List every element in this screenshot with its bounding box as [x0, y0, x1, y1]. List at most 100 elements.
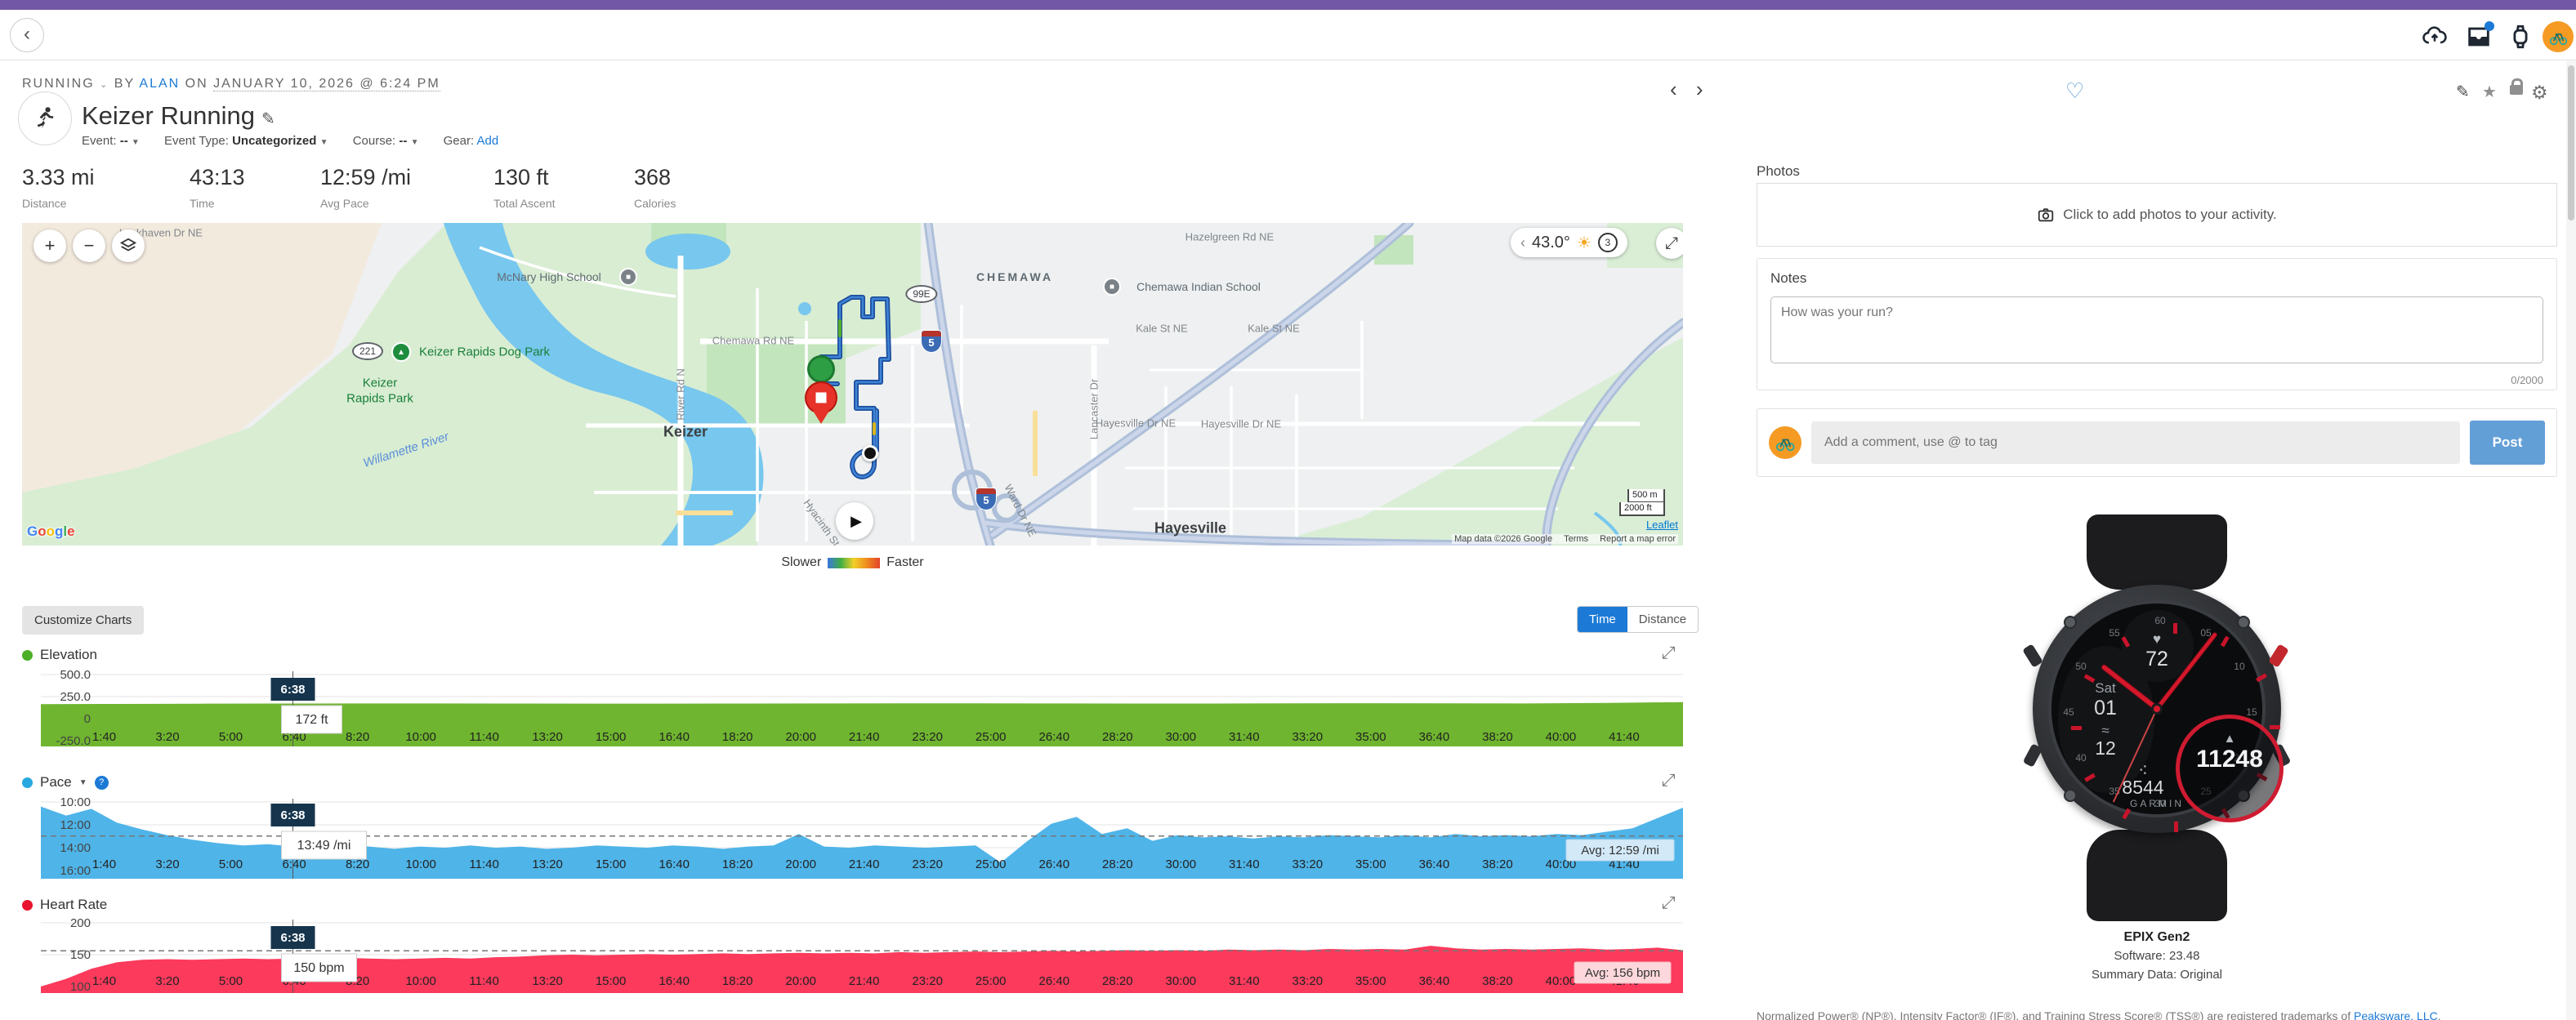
watch-dial-numeral: 15: [2246, 706, 2257, 718]
elevation-expand-icon[interactable]: ⤢: [1662, 644, 1676, 663]
customize-charts-button[interactable]: Customize Charts: [22, 606, 144, 635]
pace-help-icon[interactable]: ?: [95, 776, 109, 790]
profile-avatar[interactable]: [2543, 21, 2574, 52]
svg-text:10:00: 10:00: [405, 730, 436, 744]
svg-text:8:20: 8:20: [346, 730, 369, 744]
comment-input[interactable]: [1811, 421, 2460, 464]
device-summary: Summary Data: Original: [1757, 965, 2557, 984]
gear-add-link[interactable]: Add: [477, 134, 499, 148]
elevation-chart[interactable]: 500.0250.00-250.01:403:205:006:408:2010:…: [22, 668, 1683, 750]
notes-textarea[interactable]: [1770, 296, 2543, 363]
route-map[interactable]: Lockhaven Dr NEHazelgreen Rd NEMcNary Hi…: [22, 223, 1683, 546]
toggle-time[interactable]: Time: [1578, 607, 1627, 632]
pace-dropdown-icon[interactable]: ▼: [79, 778, 87, 787]
map-fullscreen-button[interactable]: ⤢: [1656, 228, 1683, 259]
page-scrollbar[interactable]: [2566, 60, 2576, 1020]
road-shield-221: 221: [352, 342, 383, 360]
device-watch-icon[interactable]: [2507, 23, 2534, 51]
map-label: Hayesville: [1154, 520, 1226, 537]
map-terms-link[interactable]: Terms: [1564, 534, 1588, 544]
watch-dial-numeral: 55: [2109, 627, 2119, 639]
watch-day: Sat: [2095, 680, 2116, 697]
favorite-star-icon[interactable]: ★: [2482, 82, 2497, 102]
svg-text:31:40: 31:40: [1229, 857, 1260, 871]
watch-steps-value: 8544: [2122, 777, 2163, 799]
svg-text:12:00: 12:00: [60, 818, 91, 832]
svg-text:16:00: 16:00: [60, 864, 91, 878]
pace-expand-icon[interactable]: ⤢: [1662, 771, 1676, 791]
map-zoom-in-button[interactable]: +: [33, 229, 66, 262]
author-link[interactable]: ALAN: [139, 77, 180, 91]
photos-heading: Photos: [1757, 163, 1800, 180]
weather-widget[interactable]: ‹ 43.0° ☀ 3: [1511, 228, 1627, 257]
notes-char-counter: 0/2000: [1770, 374, 2543, 386]
map-report-link[interactable]: Report a map error: [1600, 534, 1676, 544]
inbox-notifications-icon[interactable]: [2465, 23, 2493, 51]
chevron-down-icon: ▼: [320, 138, 328, 147]
svg-text:15:00: 15:00: [596, 730, 627, 744]
weather-prev-icon[interactable]: ‹: [1520, 234, 1525, 252]
event-dropdown[interactable]: Event: -- ▼: [82, 134, 140, 148]
map-label: Lancaster Dr: [1088, 379, 1100, 439]
activity-date: JANUARY 10, 2026 @ 6:24 PM: [213, 77, 440, 91]
map-label: Rapids Park: [346, 392, 413, 406]
edit-title-icon[interactable]: ✎: [261, 110, 275, 128]
privacy-lock-icon[interactable]: [2510, 85, 2523, 95]
svg-text:13:20: 13:20: [532, 730, 563, 744]
tree-map-marker-icon: ▲: [391, 342, 411, 362]
route-position-dot[interactable]: [862, 445, 878, 461]
svg-text:500.0: 500.0: [60, 668, 91, 682]
svg-text:15:00: 15:00: [596, 974, 627, 988]
legend-slower-label: Slower: [781, 555, 821, 570]
upload-cloud-icon[interactable]: [2421, 23, 2449, 51]
leaflet-link[interactable]: Leaflet: [1646, 519, 1678, 531]
pace-chart[interactable]: 10:0012:0014:0016:001:403:205:006:408:20…: [22, 794, 1683, 882]
prev-activity-button[interactable]: ‹: [1670, 77, 1677, 101]
event-type-dropdown[interactable]: Event Type: Uncategorized ▼: [164, 134, 328, 148]
activity-type-dropdown[interactable]: RUNNING ⌄: [22, 77, 109, 91]
back-button[interactable]: ‹: [10, 18, 44, 52]
svg-text:15:00: 15:00: [596, 857, 627, 871]
playback-play-button[interactable]: ▶: [836, 502, 873, 540]
time-distance-toggle: Time Distance: [1577, 606, 1699, 633]
stat-total-ascent: 130 ftTotal Ascent: [493, 165, 556, 210]
svg-text:30:00: 30:00: [1166, 857, 1197, 871]
svg-text:250.0: 250.0: [60, 690, 91, 704]
chevron-down-icon: ▼: [132, 138, 140, 147]
svg-text:21:40: 21:40: [849, 857, 880, 871]
heart-rate-chart[interactable]: 2001501001:403:205:006:408:2010:0011:401…: [22, 916, 1683, 998]
svg-text:18:20: 18:20: [722, 857, 753, 871]
watch-wind-value: 12: [2095, 737, 2116, 759]
add-photos-dropzone[interactable]: Click to add photos to your activity.: [1757, 183, 2557, 247]
garmin-connect-activity-page: ‹ RUNNING: [0, 0, 2576, 1020]
next-activity-button[interactable]: ›: [1696, 77, 1703, 101]
svg-text:3:20: 3:20: [155, 857, 179, 871]
svg-text:10:00: 10:00: [405, 974, 436, 988]
svg-text:11:40: 11:40: [469, 974, 498, 988]
svg-text:38:20: 38:20: [1482, 857, 1513, 871]
edit-activity-icon[interactable]: ✎: [2456, 82, 2470, 102]
settings-gear-icon[interactable]: ⚙: [2531, 82, 2548, 104]
map-layers-button[interactable]: [112, 229, 145, 262]
heart-rate-chart-header: Heart Rate: [22, 897, 107, 913]
svg-text:20:00: 20:00: [785, 974, 816, 988]
toggle-distance[interactable]: Distance: [1627, 607, 1698, 632]
watch-dial-numeral: 40: [2075, 752, 2086, 764]
post-comment-button[interactable]: Post: [2470, 421, 2545, 465]
map-zoom-out-button[interactable]: −: [73, 229, 105, 262]
map-label: Hayesville Dr NE: [1201, 418, 1281, 430]
pace-chart-header: Pace ▼ ?: [22, 774, 109, 791]
svg-text:36:40: 36:40: [1419, 857, 1450, 871]
gear-row: Gear: Add: [444, 134, 499, 148]
svg-text:35:00: 35:00: [1355, 974, 1386, 988]
like-heart-icon[interactable]: ♡: [2065, 78, 2084, 104]
scrollbar-thumb[interactable]: [2568, 65, 2574, 220]
chevron-down-icon: ⌄: [100, 80, 109, 90]
heart-rate-expand-icon[interactable]: ⤢: [1662, 893, 1676, 913]
course-dropdown[interactable]: Course: -- ▼: [353, 134, 419, 148]
svg-text:23:20: 23:20: [912, 974, 943, 988]
peaksware-link[interactable]: Peaksware, LLC: [2354, 1009, 2438, 1020]
svg-text:1:40: 1:40: [92, 730, 116, 744]
svg-text:0: 0: [84, 712, 91, 726]
weather-refresh-icon[interactable]: 3: [1598, 233, 1618, 252]
